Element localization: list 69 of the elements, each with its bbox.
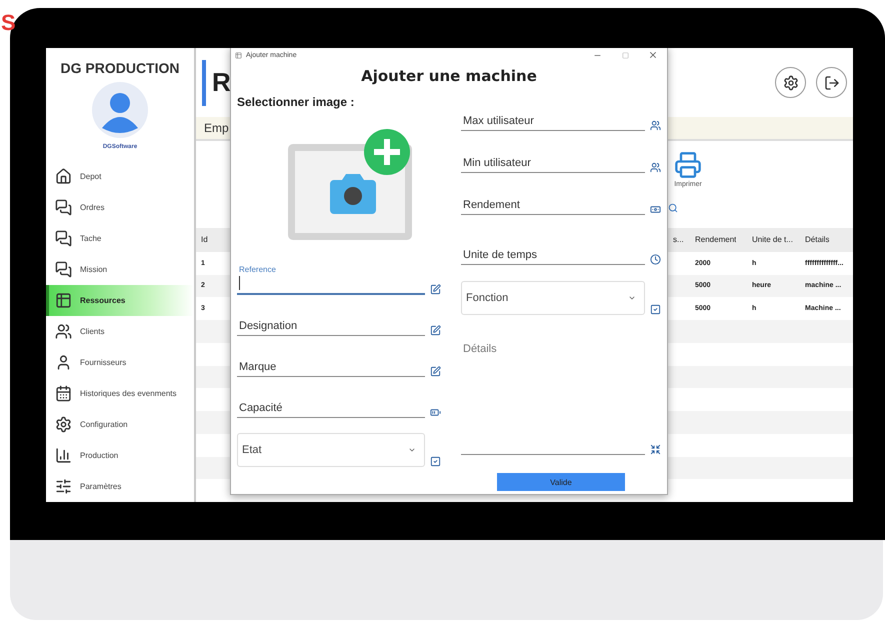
users-icon bbox=[650, 162, 660, 173]
chevron-icon bbox=[408, 446, 416, 454]
clock-icon bbox=[650, 254, 660, 265]
nav-item[interactable]: Ressources bbox=[46, 285, 194, 316]
nav-item[interactable]: Mission bbox=[46, 254, 194, 285]
search-icon[interactable] bbox=[668, 202, 678, 213]
users-icon bbox=[650, 120, 660, 131]
logout-icon bbox=[824, 74, 840, 91]
banknote-icon bbox=[650, 204, 660, 215]
app-title: DG PRODUCTION bbox=[60, 60, 180, 76]
column-header[interactable]: s... bbox=[673, 235, 684, 244]
tab-label[interactable]: Emp bbox=[204, 121, 229, 136]
nav-item[interactable]: Clients bbox=[46, 316, 194, 347]
input-field[interactable]: Min utilisateur bbox=[461, 143, 645, 173]
nav-item[interactable]: Ordres bbox=[46, 192, 194, 223]
column-header[interactable]: Rendement bbox=[695, 235, 736, 244]
logout-button[interactable] bbox=[816, 67, 847, 98]
users-icon bbox=[55, 323, 72, 340]
nav-item[interactable]: Tache bbox=[46, 223, 194, 254]
maximize-icon bbox=[622, 52, 628, 58]
image-label: Selectionner image : bbox=[237, 94, 356, 109]
input-field[interactable]: Reference bbox=[237, 265, 425, 295]
nav-item[interactable]: Production bbox=[46, 440, 194, 471]
close-button[interactable] bbox=[647, 49, 659, 61]
table-icon bbox=[55, 292, 72, 309]
input-field[interactable]: Marque bbox=[237, 347, 425, 377]
edit-icon bbox=[430, 284, 440, 295]
edge-text: S bbox=[1, 12, 16, 34]
checkbox-icon bbox=[430, 456, 440, 467]
nav-item[interactable]: Historiques des evenments bbox=[46, 378, 194, 409]
chevron-icon bbox=[628, 294, 636, 302]
input-field[interactable]: Capacité bbox=[237, 388, 425, 418]
settings-button[interactable] bbox=[775, 67, 806, 98]
submit-button[interactable]: Valide bbox=[497, 473, 625, 491]
sliders-icon bbox=[55, 478, 72, 495]
window-icon bbox=[235, 52, 242, 58]
settings-icon bbox=[55, 416, 72, 433]
chat-icon bbox=[55, 230, 72, 247]
checkbox-icon bbox=[650, 304, 660, 315]
calendar-icon bbox=[55, 385, 72, 402]
edit-icon bbox=[430, 366, 440, 377]
input-field[interactable]: Unite de temps bbox=[461, 235, 645, 265]
text-area[interactable]: Détails bbox=[461, 335, 645, 455]
input-field[interactable]: Designation bbox=[237, 306, 425, 336]
house-icon bbox=[55, 168, 72, 185]
user-icon bbox=[55, 354, 72, 371]
avatar-icon bbox=[92, 82, 148, 138]
input-field[interactable]: Max utilisateur bbox=[461, 101, 645, 131]
column-header[interactable]: Unite de t... bbox=[752, 235, 793, 244]
bar-chart-icon bbox=[55, 447, 72, 464]
dropdown[interactable]: Fonction bbox=[461, 281, 645, 315]
nav-item[interactable]: Fournisseurs bbox=[46, 347, 194, 378]
settings-icon bbox=[782, 74, 798, 91]
nav-item[interactable]: Paramètres bbox=[46, 471, 194, 502]
dialog-heading: Ajouter une machine bbox=[360, 66, 538, 87]
dropdown[interactable]: Etat bbox=[237, 433, 425, 467]
nav-item[interactable]: Depot bbox=[46, 161, 194, 192]
battery-icon bbox=[430, 407, 440, 418]
close-icon bbox=[648, 50, 658, 60]
page-title: R bbox=[212, 67, 231, 98]
printer-icon bbox=[674, 150, 702, 179]
input-field[interactable]: Rendement bbox=[461, 185, 645, 215]
resize-icon bbox=[650, 444, 660, 455]
edit-icon bbox=[430, 325, 440, 336]
chat-icon bbox=[55, 261, 72, 278]
column-header[interactable]: Détails bbox=[805, 235, 830, 244]
nav-item[interactable]: Configuration bbox=[46, 409, 194, 440]
chat-icon bbox=[55, 199, 72, 216]
column-header[interactable]: Id bbox=[201, 235, 208, 244]
